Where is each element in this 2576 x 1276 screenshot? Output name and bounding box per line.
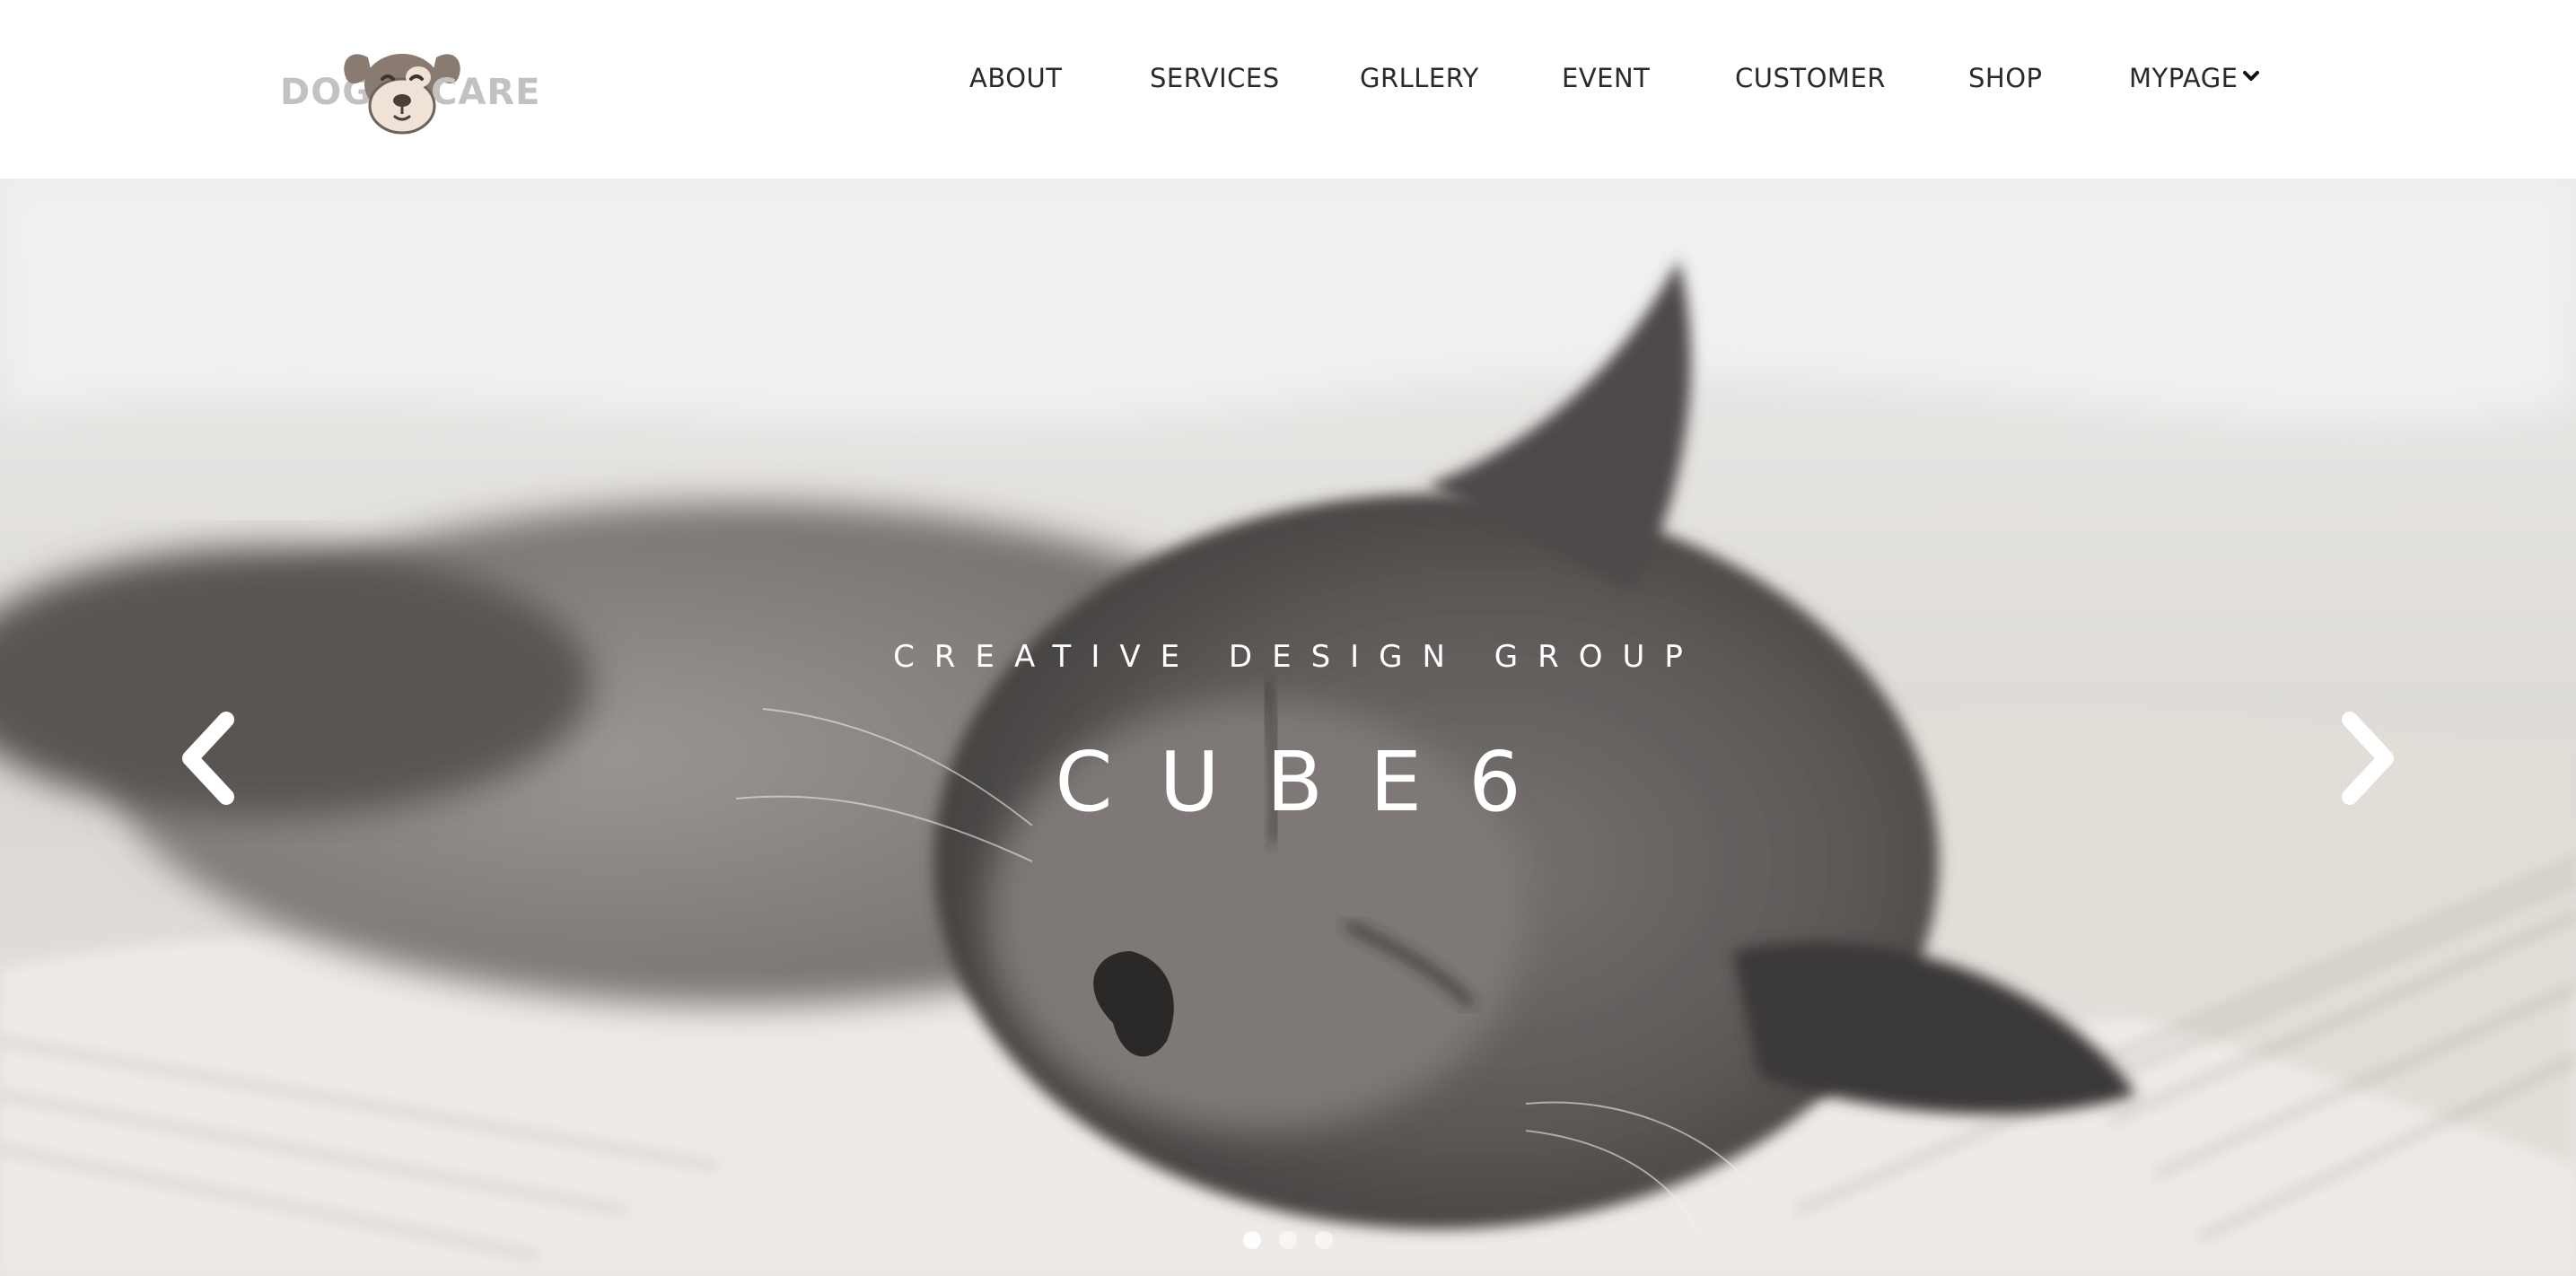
nav-item-about[interactable]: ABOUT bbox=[969, 63, 1063, 93]
slider-pagination bbox=[0, 1231, 2576, 1249]
slider-dot[interactable] bbox=[1243, 1231, 1261, 1249]
chevron-right-icon bbox=[2342, 712, 2394, 805]
hero-title: CUBE6 bbox=[1055, 734, 1568, 830]
nav-item-mypage[interactable]: MYPAGE bbox=[2129, 63, 2260, 93]
slider-prev-button[interactable] bbox=[171, 709, 251, 808]
chevron-down-icon bbox=[2242, 71, 2259, 81]
nav-item-mypage-label: MYPAGE bbox=[2129, 63, 2239, 93]
nav-item-services[interactable]: SERVICES bbox=[1150, 63, 1280, 93]
site-header: DOG CARE ABOUT SERVICES GRLLERY EVENT CU… bbox=[0, 0, 2576, 179]
nav-item-gallery[interactable]: GRLLERY bbox=[1360, 63, 1479, 93]
hero-subtitle: CREATIVE DESIGN GROUP bbox=[893, 639, 1703, 675]
nav-item-customer[interactable]: CUSTOMER bbox=[1735, 63, 1886, 93]
slider-dot[interactable] bbox=[1315, 1231, 1333, 1249]
main-nav: ABOUT SERVICES GRLLERY EVENT CUSTOMER SH… bbox=[0, 0, 2576, 179]
nav-item-shop[interactable]: SHOP bbox=[1968, 63, 2043, 93]
slider-next-button[interactable] bbox=[2325, 709, 2405, 808]
chevron-left-icon bbox=[182, 712, 234, 805]
slider-dot[interactable] bbox=[1279, 1231, 1297, 1249]
hero-slide-image bbox=[0, 179, 2576, 1276]
hero-slider: CREATIVE DESIGN GROUP CUBE6 bbox=[0, 179, 2576, 1276]
nav-item-event[interactable]: EVENT bbox=[1562, 63, 1650, 93]
